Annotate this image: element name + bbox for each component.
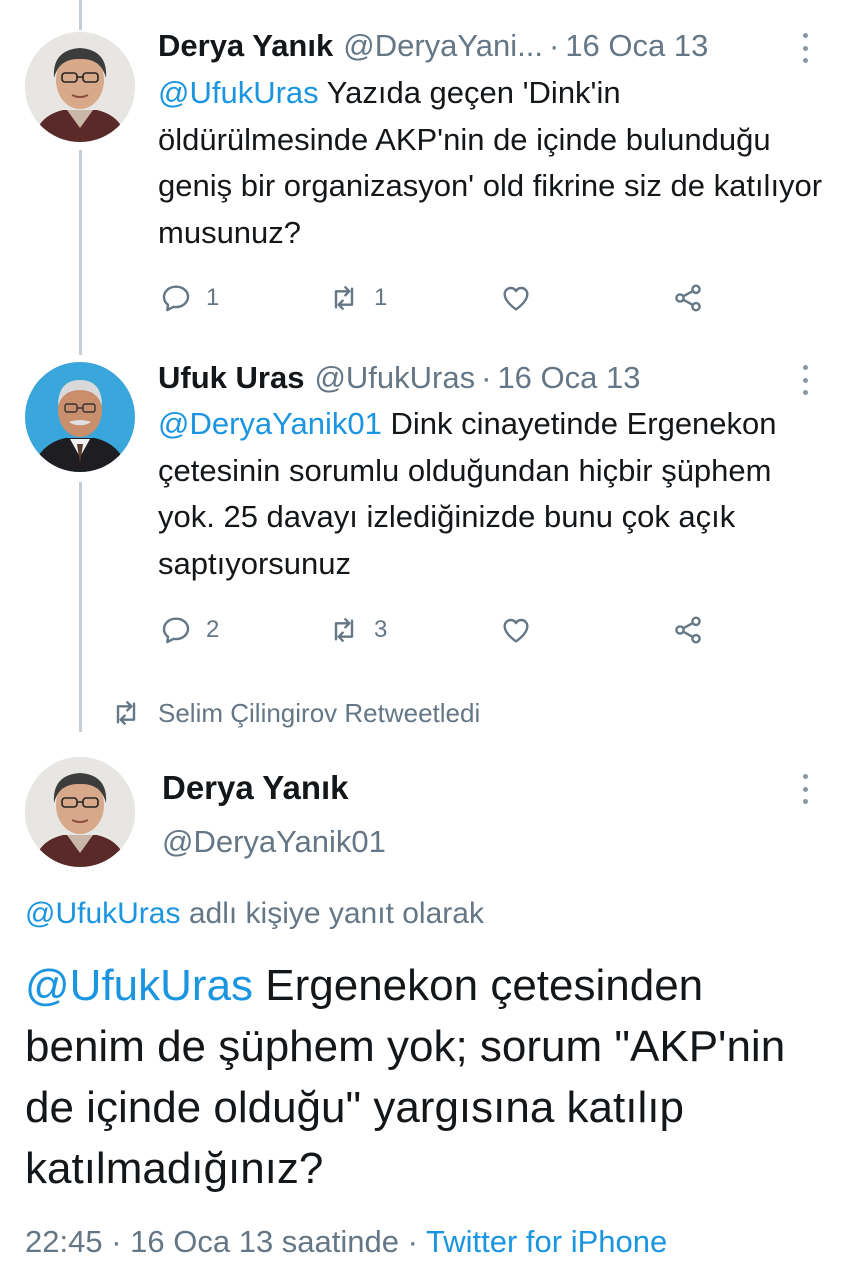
- reply-button[interactable]: 1: [160, 278, 219, 318]
- more-options-icon[interactable]: [800, 365, 810, 395]
- retweet-icon: [334, 286, 354, 310]
- tweet-text: @DeryaYanik01 Dink cinayetinde Ergenekon…: [158, 401, 833, 587]
- share-button[interactable]: [672, 278, 704, 318]
- share-icon: [675, 616, 701, 644]
- tweet-date: 16 Oca 13 saatinde: [130, 1224, 399, 1259]
- tweet-meta: 22:45 · 16 Oca 13 saatinde · Twitter for…: [25, 1222, 667, 1262]
- retweet-button[interactable]: 3: [328, 610, 387, 650]
- tweet-time: 22:45: [25, 1224, 103, 1259]
- like-icon: [503, 618, 529, 643]
- retweet-icon: [334, 618, 354, 642]
- mention-link[interactable]: @DeryaYanik01: [158, 406, 382, 441]
- retweet-banner[interactable]: Selim Çilingirov Retweetledi: [110, 697, 480, 729]
- author-name[interactable]: Derya Yanık: [158, 26, 333, 66]
- separator: ·: [102, 1224, 131, 1259]
- like-button[interactable]: [500, 278, 546, 318]
- mention-link[interactable]: @UfukUras: [158, 75, 319, 110]
- more-options-icon[interactable]: [800, 774, 810, 804]
- mention-link[interactable]: @UfukUras: [25, 961, 253, 1010]
- thread-line-top: [79, 0, 82, 30]
- retweet-banner-text: Selim Çilingirov Retweetledi: [158, 697, 481, 728]
- main-tweet-text: @UfukUras Ergenekon çetesinden benim de …: [25, 955, 825, 1199]
- retweet-button[interactable]: 1: [328, 278, 387, 318]
- like-icon: [503, 286, 529, 311]
- reply-button[interactable]: 2: [160, 610, 219, 650]
- author-name[interactable]: Derya Yanık: [162, 766, 349, 810]
- more-options-icon[interactable]: [800, 33, 810, 63]
- retweet-icon: [116, 701, 136, 725]
- reply-count: 1: [206, 284, 220, 311]
- author-handle[interactable]: @DeryaYanik01: [162, 822, 386, 862]
- tweet-date[interactable]: 16 Oca 13: [565, 26, 708, 66]
- tweet-actions: 2 3: [160, 610, 720, 650]
- like-button[interactable]: [500, 610, 546, 650]
- reply-count: 2: [206, 616, 220, 643]
- separator: ·: [399, 1224, 426, 1259]
- share-button[interactable]: [672, 610, 704, 650]
- reply-context: @UfukUras adlı kişiye yanıt olarak: [25, 894, 484, 934]
- tweet-actions: 1 1: [160, 278, 720, 318]
- reply-icon: [162, 285, 190, 312]
- author-name[interactable]: Ufuk Uras: [158, 358, 304, 398]
- avatar-ufuk-image: [25, 362, 135, 472]
- thread-line-1: [79, 150, 82, 355]
- thread-line-2: [79, 482, 82, 732]
- reply-to-mention[interactable]: @UfukUras: [25, 897, 180, 930]
- author-handle[interactable]: @UfukUras: [314, 358, 475, 398]
- avatar-derya-image: [25, 32, 135, 142]
- avatar[interactable]: [25, 32, 135, 142]
- retweet-count: 1: [374, 284, 388, 311]
- separator: ·: [481, 360, 492, 395]
- tweet-date[interactable]: 16 Oca 13: [497, 358, 640, 398]
- tweet-header: Ufuk Uras @UfukUras · 16 Oca 13: [158, 358, 640, 398]
- author-handle[interactable]: @DeryaYani...: [343, 26, 543, 66]
- reply-icon: [162, 617, 190, 644]
- share-icon: [675, 284, 701, 312]
- retweet-count: 3: [374, 616, 388, 643]
- separator: ·: [548, 28, 560, 63]
- reply-to-text: adlı kişiye yanıt olarak: [180, 897, 484, 930]
- tweet-text: @UfukUras Yazıda geçen 'Dink'in öldürülm…: [158, 70, 833, 256]
- avatar[interactable]: [25, 362, 135, 472]
- tweet-header: Derya Yanık @DeryaYani... · 16 Oca 13: [158, 26, 708, 66]
- avatar[interactable]: [25, 757, 135, 867]
- avatar-derya-image: [25, 757, 135, 867]
- tweet-source-link[interactable]: Twitter for iPhone: [426, 1224, 667, 1259]
